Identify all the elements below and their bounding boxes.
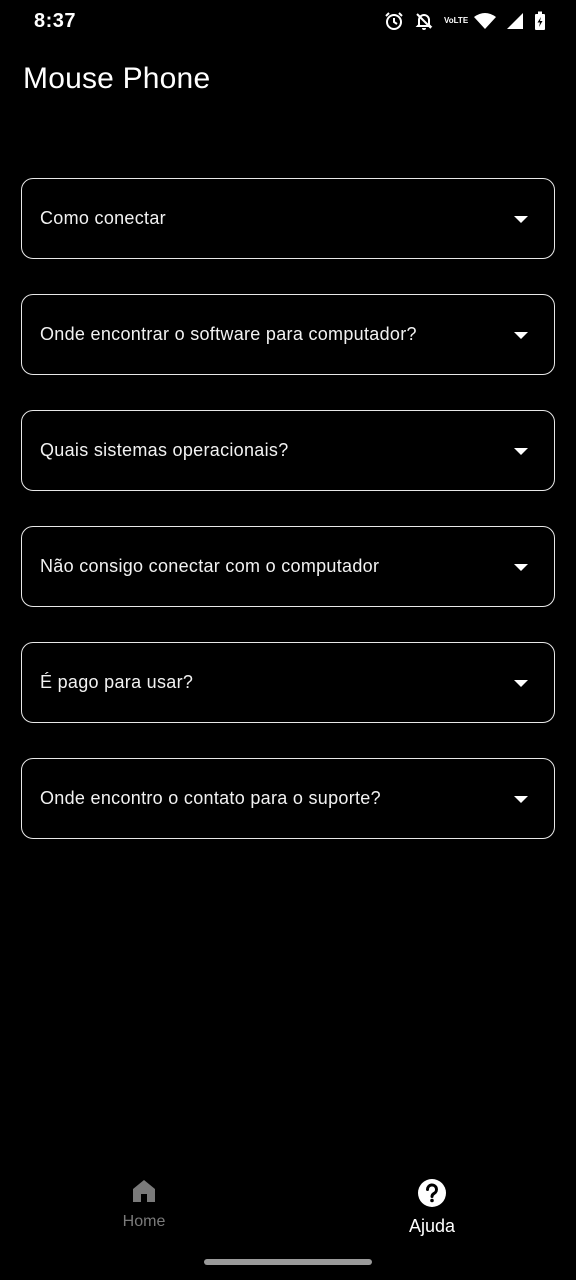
faq-item-contato-suporte[interactable]: Onde encontro o contato para o suporte?: [21, 758, 555, 839]
home-icon: [131, 1178, 157, 1209]
faq-item-onde-encontrar-software[interactable]: Onde encontrar o software para computado…: [21, 294, 555, 375]
faq-list: Como conectar Onde encontrar o software …: [21, 178, 555, 874]
bottom-navigation: Home Ajuda: [0, 1160, 576, 1250]
nav-label-home: Home: [122, 1213, 166, 1230]
signal-icon: [506, 12, 524, 30]
wifi-icon: [474, 12, 496, 30]
faq-item-como-conectar[interactable]: Como conectar: [21, 178, 555, 259]
help-circle-icon: [417, 1178, 447, 1213]
status-time: 8:37: [34, 10, 77, 32]
chevron-down-icon: [514, 795, 528, 803]
faq-item-e-pago[interactable]: É pago para usar?: [21, 642, 555, 723]
nav-label-ajuda: Ajuda: [408, 1216, 456, 1236]
battery-charging-icon: [534, 11, 546, 31]
status-bar: 8:37 Vo LTE: [0, 0, 576, 44]
bell-off-icon: [414, 11, 434, 31]
faq-item-nao-consigo-conectar[interactable]: Não consigo conectar com o computador: [21, 526, 555, 607]
volte-text-top: Vo: [444, 16, 454, 25]
faq-question: Onde encontro o contato para o suporte?: [40, 788, 381, 808]
faq-question: Como conectar: [40, 208, 166, 228]
nav-item-home[interactable]: Home: [74, 1178, 214, 1231]
faq-question: Onde encontrar o software para computado…: [40, 324, 417, 344]
app-title: Mouse Phone: [23, 62, 211, 95]
volte-icon: Vo LTE: [444, 16, 468, 25]
faq-question: Quais sistemas operacionais?: [40, 440, 289, 460]
status-icons: Vo LTE: [384, 10, 546, 32]
chevron-down-icon: [514, 563, 528, 571]
chevron-down-icon: [514, 679, 528, 687]
gesture-navigation-bar[interactable]: [204, 1259, 372, 1265]
chevron-down-icon: [514, 215, 528, 223]
volte-text-bottom: LTE: [453, 16, 469, 25]
faq-question: É pago para usar?: [40, 672, 194, 692]
chevron-down-icon: [514, 331, 528, 339]
alarm-icon: [384, 11, 404, 31]
nav-item-ajuda[interactable]: Ajuda: [362, 1178, 502, 1237]
faq-item-sistemas-operacionais[interactable]: Quais sistemas operacionais?: [21, 410, 555, 491]
chevron-down-icon: [514, 447, 528, 455]
faq-question: Não consigo conectar com o computador: [40, 556, 380, 576]
